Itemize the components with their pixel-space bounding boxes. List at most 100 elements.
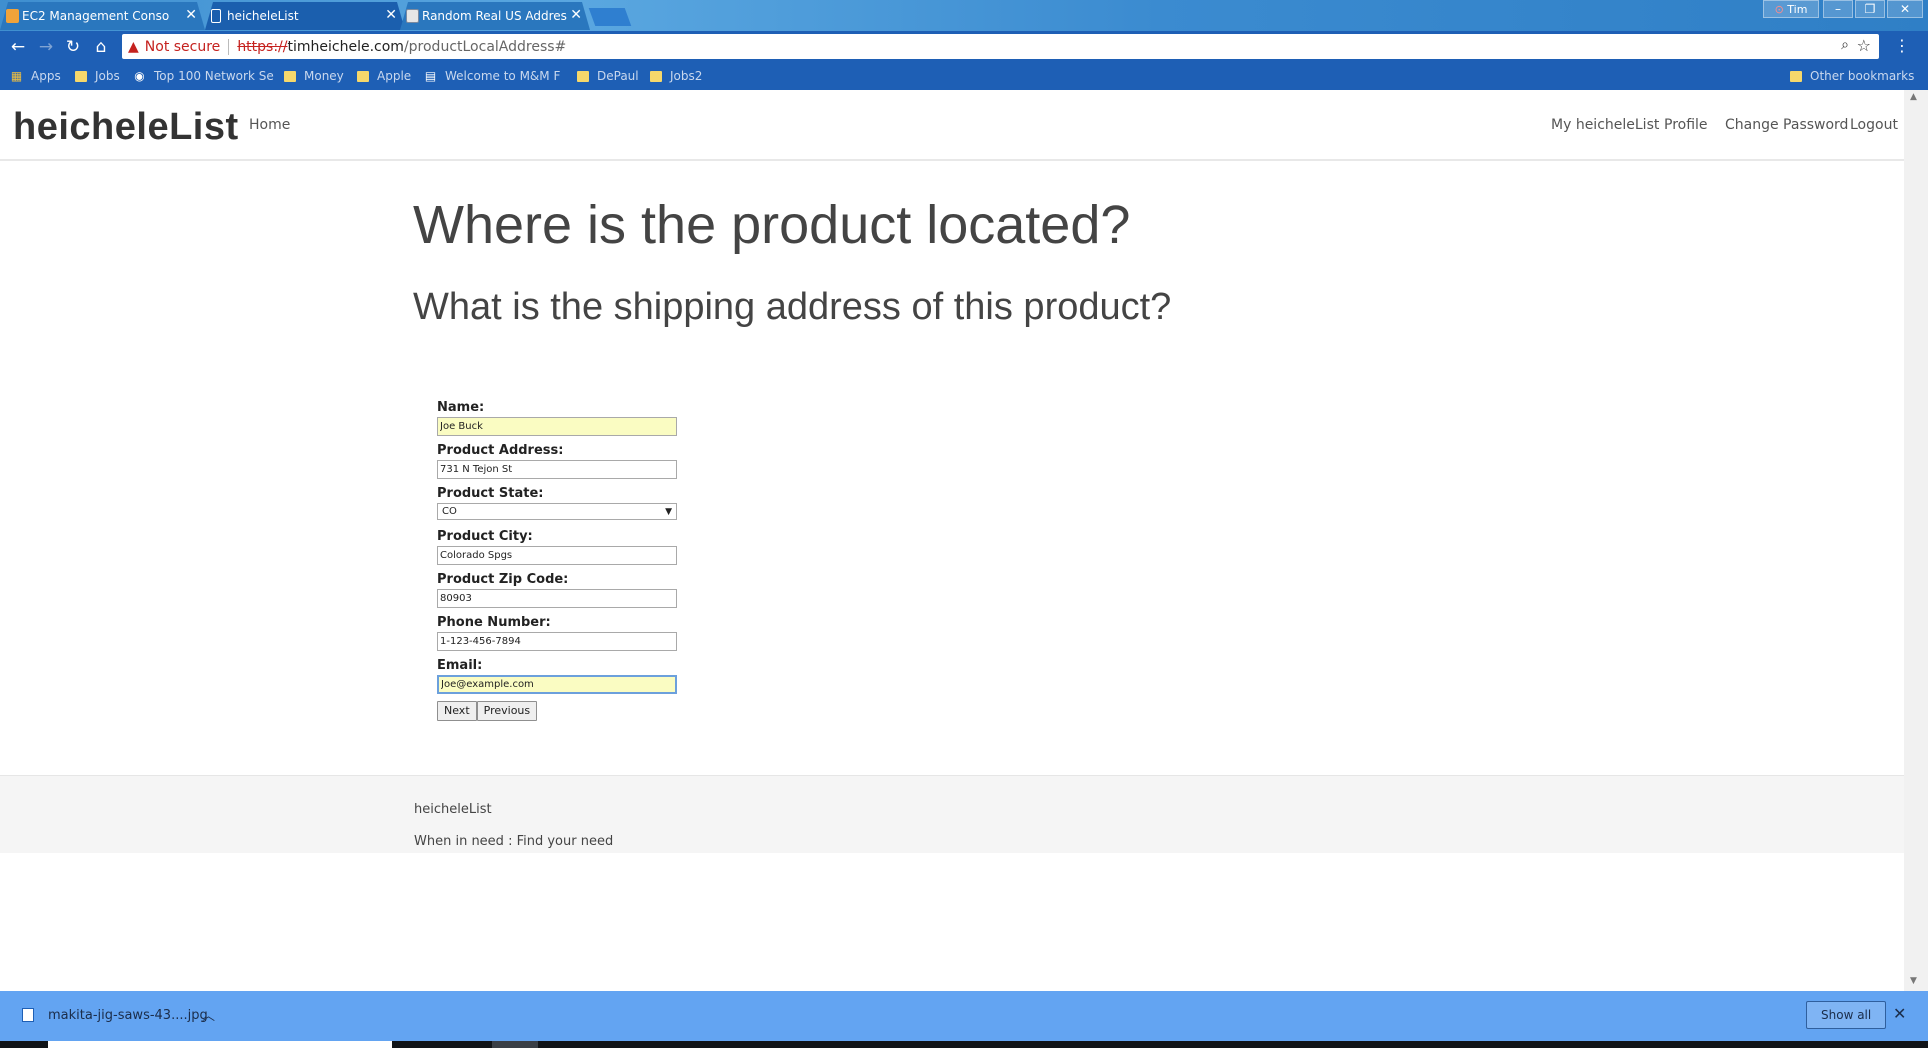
bookmark-depaul[interactable]: DePaul: [577, 67, 639, 85]
nav-logout[interactable]: Logout: [1850, 117, 1898, 133]
city-field[interactable]: [437, 546, 677, 565]
show-all-button[interactable]: Show all: [1806, 1001, 1887, 1029]
email-label: Email:: [437, 658, 483, 673]
browser-window: { "browser": { "tabs": [ {"label": "EC2 …: [0, 0, 1928, 1048]
security-label[interactable]: Not secure: [145, 39, 221, 55]
nav-home[interactable]: Home: [249, 117, 290, 133]
zip-field[interactable]: [437, 589, 677, 608]
nav-profile[interactable]: Profile: [1664, 117, 1708, 133]
home-icon[interactable]: ⌂: [90, 36, 112, 58]
close-icon[interactable]: ✕: [1893, 1004, 1906, 1023]
bookmark-jobs2[interactable]: Jobs2: [650, 67, 702, 85]
tab-label: EC2 Management Conso: [22, 9, 170, 23]
bookmark-apps[interactable]: ▦ Apps: [10, 67, 61, 85]
address-field[interactable]: [437, 460, 677, 479]
chevron-up-icon[interactable]: ︿: [202, 1005, 215, 1024]
bookmarks-bar: ▦ Apps Jobs ◉ Top 100 Network Se Money A…: [0, 62, 1928, 90]
phone-label: Phone Number:: [437, 615, 551, 630]
tab-random-address[interactable]: Random Real US Addres ✕: [400, 2, 590, 30]
bookmark-label: Apple: [377, 69, 412, 83]
page-content: heicheleList Home My heicheleList Profil…: [0, 90, 1904, 991]
phone-field[interactable]: [437, 632, 677, 651]
window-close-button[interactable]: ✕: [1887, 0, 1923, 18]
scroll-down-arrow-icon[interactable]: ▼: [1910, 976, 1917, 986]
close-icon[interactable]: ✕: [385, 7, 397, 23]
folder-icon: [357, 70, 369, 82]
folder-icon: [284, 70, 296, 82]
email-field[interactable]: [437, 675, 677, 694]
tab-label: Random Real US Addres: [422, 9, 567, 23]
folder-icon: [75, 70, 87, 82]
bookmark-apple[interactable]: Apple: [357, 67, 411, 85]
title-bar: EC2 Management Conso ✕ heicheleList ✕ Ra…: [0, 0, 1928, 31]
menu-kebab-icon[interactable]: ⋮: [1894, 36, 1910, 55]
profile-name: Tim: [1787, 3, 1808, 16]
state-selected-value: CO: [442, 506, 457, 517]
form-actions: Next Previous: [437, 699, 737, 721]
bookmark-label: Welcome to M&M F: [445, 69, 561, 83]
dropdown-arrow-icon: ▼: [665, 506, 672, 517]
site-navbar: heicheleList Home My heicheleList Profil…: [0, 90, 1904, 161]
bookmark-label: Other bookmarks: [1810, 69, 1915, 83]
os-taskbar: [0, 1041, 1928, 1048]
restore-button[interactable]: ❐: [1855, 0, 1885, 18]
previous-button[interactable]: Previous: [476, 701, 538, 721]
zip-label: Product Zip Code:: [437, 572, 569, 587]
address-form: Name: Product Address: Product State: CO…: [437, 398, 737, 721]
bookmark-label: Jobs2: [670, 69, 703, 83]
close-icon[interactable]: ✕: [185, 7, 197, 23]
other-bookmarks[interactable]: Other bookmarks: [1790, 67, 1914, 85]
apps-grid-icon: ▦: [10, 68, 23, 83]
bookmark-mm[interactable]: ▤ Welcome to M&M F: [424, 67, 561, 85]
name-field[interactable]: [437, 417, 677, 436]
tab-ec2-console[interactable]: EC2 Management Conso ✕: [0, 2, 205, 30]
site-brand[interactable]: heicheleList: [13, 106, 239, 149]
page-title: Where is the product located?: [413, 195, 1131, 255]
page-subtitle: What is the shipping address of this pro…: [413, 286, 1172, 328]
bookmark-label: DePaul: [597, 69, 639, 83]
nav-change-password[interactable]: Change Password: [1725, 117, 1848, 133]
bookmark-jobs[interactable]: Jobs: [75, 67, 120, 85]
close-icon[interactable]: ✕: [570, 7, 582, 23]
aws-box-icon: [6, 9, 19, 23]
image-file-icon: [22, 1008, 34, 1022]
tab-label: heicheleList: [227, 9, 299, 23]
taskbar-item[interactable]: [492, 1041, 538, 1048]
bookmark-label: Apps: [31, 69, 61, 83]
nav-my-heichelelist[interactable]: My heicheleList: [1551, 117, 1659, 133]
url-host: timheichele.com: [287, 38, 404, 55]
address-label: Product Address:: [437, 443, 564, 458]
name-label: Name:: [437, 400, 485, 415]
page-scrollbar[interactable]: ▲ ▼: [1904, 90, 1928, 991]
warning-icon: ▲: [128, 38, 139, 55]
bookmark-label: Money: [304, 69, 344, 83]
next-button[interactable]: Next: [437, 701, 477, 721]
download-item[interactable]: makita-jig-saws-43....jpg: [48, 1008, 208, 1023]
tab-heichelelist[interactable]: heicheleList ✕: [205, 2, 405, 30]
bookmark-star-icon[interactable]: ☆: [1857, 36, 1871, 55]
taskbar-item[interactable]: [48, 1041, 392, 1048]
address-bar[interactable]: ▲ Not secure https:// timheichele.com /p…: [122, 34, 1879, 59]
download-shelf: makita-jig-saws-43....jpg ︿ Show all ✕: [0, 991, 1928, 1041]
state-select[interactable]: CO ▼: [437, 503, 677, 520]
reload-icon[interactable]: ↻: [62, 36, 84, 58]
scroll-up-arrow-icon[interactable]: ▲: [1910, 92, 1917, 102]
footer-tagline: When in need : Find your need: [414, 834, 614, 849]
url-path: /productLocalAddress#: [403, 38, 567, 55]
network-eye-icon: ◉: [134, 68, 145, 83]
new-tab-button[interactable]: [588, 8, 632, 26]
bookmark-label: Jobs: [95, 69, 120, 83]
back-arrow-icon[interactable]: ←: [7, 36, 29, 58]
zoom-search-icon[interactable]: ⌕: [1841, 37, 1849, 53]
folder-icon: [650, 70, 662, 82]
site-footer: heicheleList When in need : Find your ne…: [0, 775, 1904, 853]
bookmark-top100[interactable]: ◉ Top 100 Network Se: [133, 67, 273, 85]
forward-arrow-icon[interactable]: →: [35, 36, 57, 58]
divider: [228, 38, 230, 55]
page-icon: ▤: [424, 68, 437, 83]
bookmark-money[interactable]: Money: [284, 67, 344, 85]
profile-badge[interactable]: ⊙ Tim: [1763, 0, 1819, 18]
folder-icon: [577, 70, 589, 82]
minimize-button[interactable]: –: [1823, 0, 1853, 18]
page-icon: [211, 9, 221, 23]
